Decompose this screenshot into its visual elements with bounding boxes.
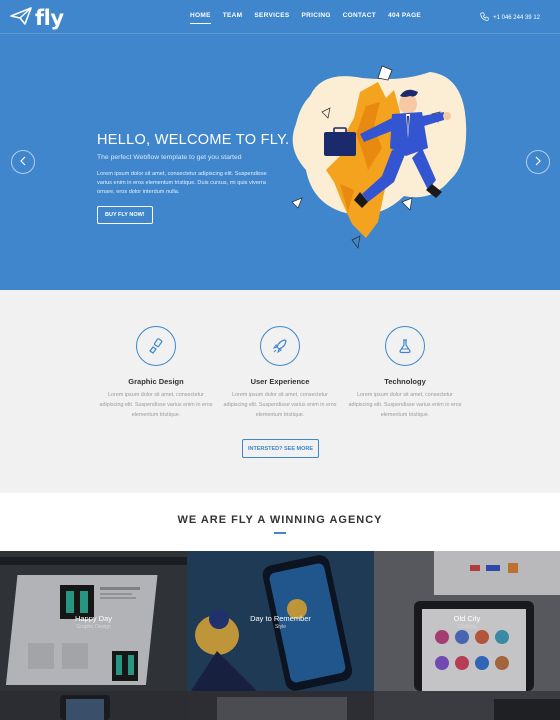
main-menu: HOME TEAM SERVICES PRICING CONTACT 404 P…: [184, 12, 427, 24]
hero-title: HELLO, WELCOME TO FLY.: [97, 132, 290, 148]
chevron-left-icon: [19, 153, 27, 171]
service-title: Graphic Design: [128, 377, 184, 386]
slider-next-button[interactable]: [526, 150, 550, 174]
nav-team[interactable]: TEAM: [217, 12, 249, 19]
services-section: Graphic Design Lorem ipsum dolor sit ame…: [0, 290, 560, 493]
portfolio-tile-old-city[interactable]: Old City Clothing: [374, 551, 560, 691]
service-text: Lorem ipsum dolor sit amet, consectetur …: [99, 392, 213, 418]
portfolio-tile-day-to-remember[interactable]: Day to Remember Style: [187, 551, 374, 691]
chevron-right-icon: [534, 153, 542, 171]
nav-pricing[interactable]: PRICING: [295, 12, 336, 19]
paper-plane-icon: [10, 6, 32, 30]
tile-subtitle: Graphic Design: [76, 624, 111, 630]
hero-subtitle: The perfect Webflow template to get you …: [97, 154, 242, 161]
rocket-icon: [260, 326, 300, 366]
hero-body: Lorem ipsum dolor sit amet, consectetur …: [97, 171, 267, 195]
nav-404[interactable]: 404 PAGE: [382, 12, 427, 19]
portfolio-gallery: Happy Day Graphic Design Day to Remember…: [0, 551, 560, 720]
nav-home[interactable]: HOME: [184, 12, 217, 24]
buy-now-button[interactable]: BUY FLY NOW!: [97, 206, 153, 224]
portfolio-tile-partial[interactable]: [0, 691, 187, 720]
portfolio-tile-partial[interactable]: [187, 691, 374, 720]
nav-contact[interactable]: CONTACT: [337, 12, 382, 19]
title-underline: [274, 532, 286, 534]
service-title: User Experience: [250, 377, 310, 386]
phone-contact[interactable]: +1 046 244 39 12: [480, 12, 540, 23]
phone-icon: [480, 12, 489, 23]
service-graphic-design: Graphic Design Lorem ipsum dolor sit ame…: [96, 326, 216, 420]
tile-title: Day to Remember: [250, 614, 311, 623]
tile-title: Happy Day: [74, 614, 113, 623]
agency-section: WE ARE FLY A WINNING AGENCY: [0, 493, 560, 551]
slider-prev-button[interactable]: [11, 150, 35, 174]
hero-copy: HELLO, WELCOME TO FLY. The perfect Webfl…: [97, 132, 290, 224]
agency-title: WE ARE FLY A WINNING AGENCY: [177, 514, 383, 526]
portfolio-image: [494, 699, 560, 720]
hero-section: fly HOME TEAM SERVICES PRICING CONTACT 4…: [0, 0, 560, 290]
service-technology: Technology Lorem ipsum dolor sit amet, c…: [345, 326, 465, 420]
flask-icon: [385, 326, 425, 366]
brush-icon: [136, 326, 176, 366]
portfolio-image: [60, 695, 110, 720]
portfolio-image: [217, 697, 347, 720]
top-nav: fly HOME TEAM SERVICES PRICING CONTACT 4…: [0, 0, 560, 34]
logo-text: fly: [35, 6, 64, 30]
portfolio-tile-happy-day[interactable]: Happy Day Graphic Design: [0, 551, 187, 691]
tile-subtitle: Style: [274, 624, 287, 630]
tile-subtitle: Clothing: [457, 624, 477, 630]
phone-number: +1 046 244 39 12: [493, 14, 540, 21]
service-text: Lorem ipsum dolor sit amet, consectetur …: [348, 392, 462, 418]
logo[interactable]: fly: [10, 6, 64, 30]
service-user-experience: User Experience Lorem ipsum dolor sit am…: [220, 326, 340, 420]
tile-title: Old City: [453, 614, 481, 623]
tile-caption: Day to Remember Style: [187, 614, 374, 630]
nav-services[interactable]: SERVICES: [248, 12, 295, 19]
portfolio-tile-partial[interactable]: [374, 691, 560, 720]
tile-caption: Happy Day Graphic Design: [0, 614, 187, 630]
businessman-flying-illustration: [282, 52, 472, 252]
see-more-button[interactable]: INTERSTED? SEE MORE: [242, 439, 319, 458]
tile-caption: Old City Clothing: [374, 614, 560, 630]
service-title: Technology: [384, 377, 426, 386]
service-text: Lorem ipsum dolor sit amet, consectetur …: [223, 392, 337, 418]
